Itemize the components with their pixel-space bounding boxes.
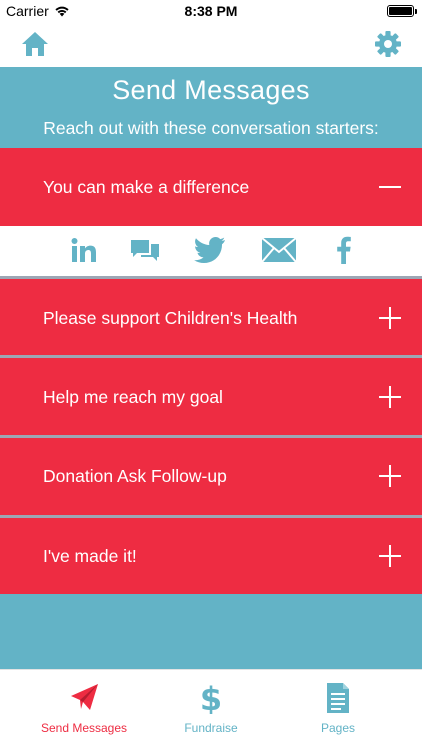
email-icon[interactable]: [261, 236, 297, 264]
accordion-item-make-difference[interactable]: You can make a difference: [0, 148, 422, 226]
home-icon[interactable]: [20, 30, 50, 58]
nav-bar: [0, 22, 422, 67]
status-time: 8:38 PM: [184, 3, 238, 19]
footer-band: [0, 594, 422, 669]
accordion-item-donation-follow-up[interactable]: Donation Ask Follow-up: [0, 438, 422, 515]
plus-icon[interactable]: [378, 385, 402, 409]
tab-label: Fundraise: [184, 721, 238, 735]
twitter-icon[interactable]: [194, 236, 226, 264]
status-bar: Carrier 8:38 PM: [0, 0, 422, 22]
page-title: Send Messages: [112, 75, 310, 105]
gear-icon[interactable]: [374, 30, 402, 58]
plus-icon[interactable]: [378, 544, 402, 568]
linkedin-icon[interactable]: [71, 236, 97, 264]
accordion-item-made-it[interactable]: I've made it!: [0, 518, 422, 594]
tab-send-messages[interactable]: Send Messages: [14, 670, 154, 750]
tab-label: Pages: [320, 721, 356, 735]
tab-fundraise[interactable]: $ Fundraise: [141, 670, 281, 750]
dollar-icon: $: [200, 682, 222, 714]
plus-icon[interactable]: [378, 306, 402, 330]
accordion-label: Donation Ask Follow-up: [43, 466, 227, 486]
accordion-label: Help me reach my goal: [43, 387, 223, 407]
accordion-label: Please support Children's Health: [43, 308, 298, 328]
minus-icon[interactable]: [378, 175, 402, 199]
facebook-icon[interactable]: [336, 236, 352, 264]
tab-pages[interactable]: Pages: [268, 670, 408, 750]
svg-text:$: $: [200, 682, 222, 714]
document-icon: [327, 683, 349, 713]
accordion-label: I've made it!: [43, 546, 137, 566]
message-icon[interactable]: [130, 236, 160, 264]
share-row: [0, 226, 422, 276]
accordion-label: You can make a difference: [43, 177, 250, 197]
accordion-item-childrens-health[interactable]: Please support Children's Health: [0, 279, 422, 355]
page-subtitle: Reach out with these conversation starte…: [43, 118, 379, 138]
battery-icon: [387, 5, 417, 17]
paper-plane-icon: [71, 684, 98, 710]
plus-icon[interactable]: [378, 464, 402, 488]
header-banner: Send Messages Reach out with these conve…: [0, 67, 422, 148]
tab-bar: Send Messages $ Fundraise Pages: [0, 669, 422, 750]
tab-label: Send Messages: [40, 721, 128, 735]
accordion-item-reach-goal[interactable]: Help me reach my goal: [0, 358, 422, 435]
